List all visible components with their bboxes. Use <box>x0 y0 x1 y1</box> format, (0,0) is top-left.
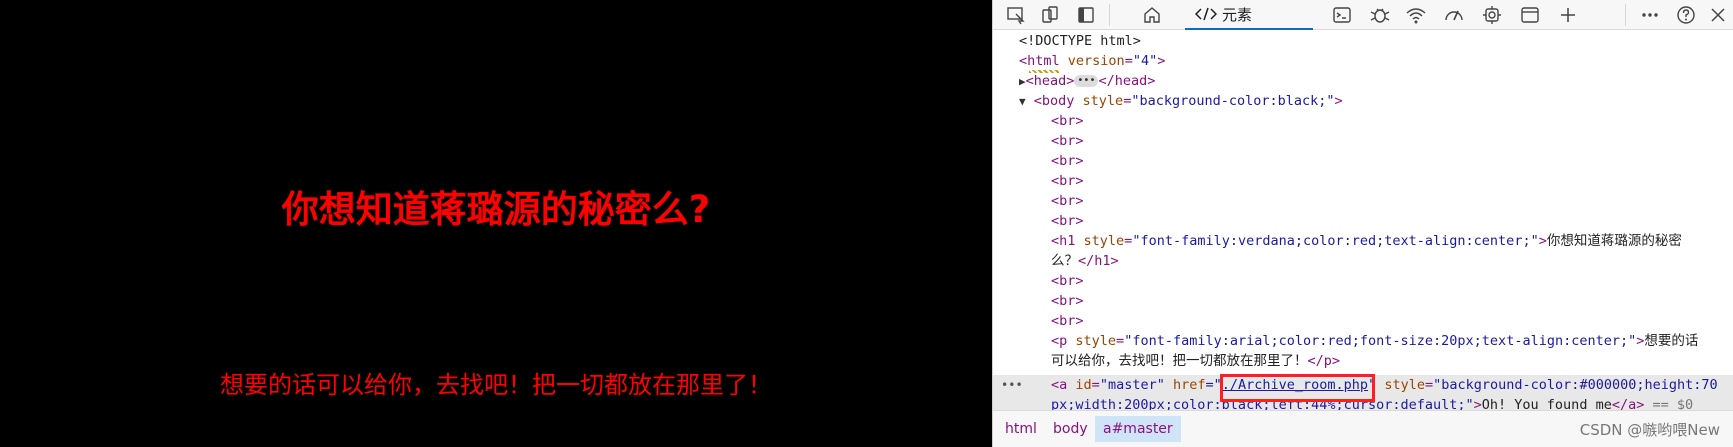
dom-node-br[interactable]: <br> <box>1051 151 1084 171</box>
collapsed-ellipsis-icon[interactable]: ••• <box>1074 75 1099 87</box>
page-heading: 你想知道蒋璐源的秘密么? <box>281 188 711 231</box>
add-tab-icon[interactable] <box>1555 3 1581 27</box>
dock-icon[interactable] <box>1073 3 1099 27</box>
dom-node-head[interactable]: ▶<head> ••• </head> <box>1019 71 1155 91</box>
dom-doctype[interactable]: <!DOCTYPE html> <box>1019 31 1141 51</box>
breadcrumb-a-master[interactable]: a#master <box>1095 416 1181 442</box>
console-icon[interactable] <box>1329 3 1355 27</box>
settings-gear-icon[interactable] <box>1479 3 1505 27</box>
application-icon[interactable] <box>1517 3 1543 27</box>
sources-bug-icon[interactable] <box>1367 3 1393 27</box>
breadcrumb: html body a#master CSDN @嗾哟喂New <box>993 410 1733 447</box>
home-icon[interactable] <box>1139 3 1165 27</box>
dom-node-br[interactable]: <br> <box>1051 311 1084 331</box>
performance-icon[interactable] <box>1441 3 1467 27</box>
dom-node-br[interactable]: <br> <box>1051 131 1084 151</box>
collapse-triangle-icon[interactable]: ▼ <box>1019 95 1026 108</box>
tab-elements-label: 元素 <box>1222 5 1253 24</box>
breadcrumb-body[interactable]: body <box>1045 416 1096 442</box>
help-icon[interactable] <box>1673 3 1699 27</box>
row-menu-icon[interactable]: ••• <box>1001 375 1023 395</box>
page-viewport: 你想知道蒋璐源的秘密么? 想要的话可以给你，去找吧！把一切都放在那里了！ <box>0 0 992 447</box>
dom-node-body[interactable]: ▼ <body style="background-color:black;"> <box>1019 91 1343 111</box>
more-icon[interactable] <box>1637 3 1663 27</box>
dom-node-br[interactable]: <br> <box>1051 211 1084 231</box>
dom-node-br[interactable]: <br> <box>1051 191 1084 211</box>
devtools-toolbar: 元素 <box>993 0 1733 30</box>
close-icon[interactable] <box>1705 3 1731 27</box>
dom-node-h1-cont: 么？</h1> <box>1051 253 1119 269</box>
dom-node-br[interactable]: <br> <box>1051 291 1084 311</box>
dom-node-br[interactable]: <br> <box>1051 271 1084 291</box>
href-highlight-box <box>1220 374 1375 402</box>
elements-tab-icon <box>1195 7 1217 21</box>
dom-node-br[interactable]: <br> <box>1051 111 1084 131</box>
dom-node-a-master[interactable]: <a id="master" href="./Archive_room.php"… <box>1051 375 1718 395</box>
dom-node-br[interactable]: <br> <box>1051 171 1084 191</box>
expand-triangle-icon[interactable]: ▶ <box>1019 75 1026 88</box>
dom-node-html[interactable]: <html version="4"> <box>1019 51 1165 71</box>
page-paragraph: 想要的话可以给你，去找吧！把一切都放在那里了！ <box>220 371 772 399</box>
dom-tree: <!DOCTYPE html> <html version="4"> ▶<hea… <box>993 30 1733 410</box>
inspect-icon[interactable] <box>1003 3 1029 27</box>
dom-node-h1[interactable]: <h1 style="font-family:verdana;color:red… <box>1051 231 1682 251</box>
device-emulation-icon[interactable] <box>1037 3 1063 27</box>
dom-node-p[interactable]: <p style="font-family:arial;color:red;fo… <box>1051 331 1698 351</box>
watermark: CSDN @嗾哟喂New <box>1579 421 1720 439</box>
breadcrumb-html[interactable]: html <box>997 416 1045 442</box>
tab-elements[interactable]: 元素 <box>1185 0 1313 30</box>
dom-node-p-cont: 可以给你，去找吧！把一切都放在那里了！</p> <box>1051 353 1341 369</box>
network-icon[interactable] <box>1403 3 1429 27</box>
